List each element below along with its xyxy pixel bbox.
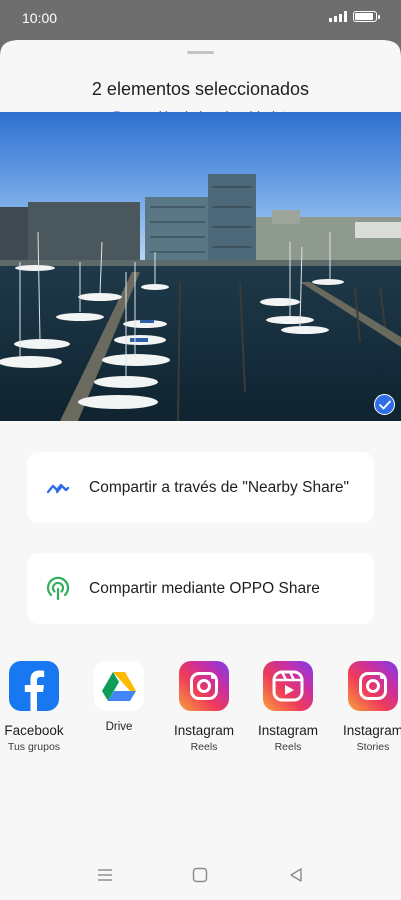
app-facebook[interactable]: Facebook Tus grupos bbox=[0, 661, 74, 753]
app-name: Facebook bbox=[4, 723, 64, 738]
app-subtitle: Tus grupos bbox=[7, 741, 61, 753]
app-share-row: Facebook Tus grupos Drive Instagram Reel… bbox=[0, 661, 401, 761]
nearby-share-icon bbox=[46, 483, 70, 493]
nearby-share-label: Compartir a través de "Nearby Share" bbox=[89, 478, 349, 496]
instagram-icon bbox=[348, 661, 398, 711]
menu-icon[interactable] bbox=[95, 866, 115, 884]
marina-photo bbox=[0, 112, 401, 421]
drag-handle[interactable] bbox=[187, 51, 214, 54]
oppo-share-option[interactable]: Compartir mediante OPPO Share bbox=[27, 553, 374, 624]
app-drive[interactable]: Drive bbox=[79, 661, 159, 736]
instagram-icon bbox=[179, 661, 229, 711]
app-instagram-reels[interactable]: Instagram Reels bbox=[164, 661, 244, 753]
back-icon[interactable] bbox=[286, 866, 306, 884]
nearby-share-option[interactable]: Compartir a través de "Nearby Share" bbox=[27, 452, 374, 523]
selected-check-badge[interactable] bbox=[374, 394, 395, 415]
app-name: Instagram bbox=[173, 723, 235, 738]
app-instagram-stories[interactable]: Instagram Stories bbox=[333, 661, 401, 753]
app-instagram-reels-2[interactable]: Instagram Reels bbox=[248, 661, 328, 753]
facebook-icon bbox=[9, 661, 59, 711]
app-subtitle: Stories bbox=[356, 741, 390, 753]
selected-photo[interactable] bbox=[0, 112, 401, 421]
app-name: Instagram bbox=[342, 723, 401, 738]
app-name: Instagram bbox=[257, 723, 319, 738]
app-name: Drive bbox=[105, 721, 133, 733]
oppo-share-label: Compartir mediante OPPO Share bbox=[89, 579, 320, 597]
google-drive-icon bbox=[94, 661, 144, 711]
app-subtitle: Reels bbox=[274, 741, 302, 753]
sheet-title: 2 elementos seleccionados bbox=[91, 79, 310, 99]
oppo-share-icon bbox=[46, 576, 70, 600]
instagram-reels-icon bbox=[263, 661, 313, 711]
navigation-bar bbox=[0, 860, 401, 890]
checkmark-icon bbox=[378, 400, 391, 409]
home-icon[interactable] bbox=[190, 866, 210, 884]
app-subtitle: Reels bbox=[190, 741, 218, 753]
